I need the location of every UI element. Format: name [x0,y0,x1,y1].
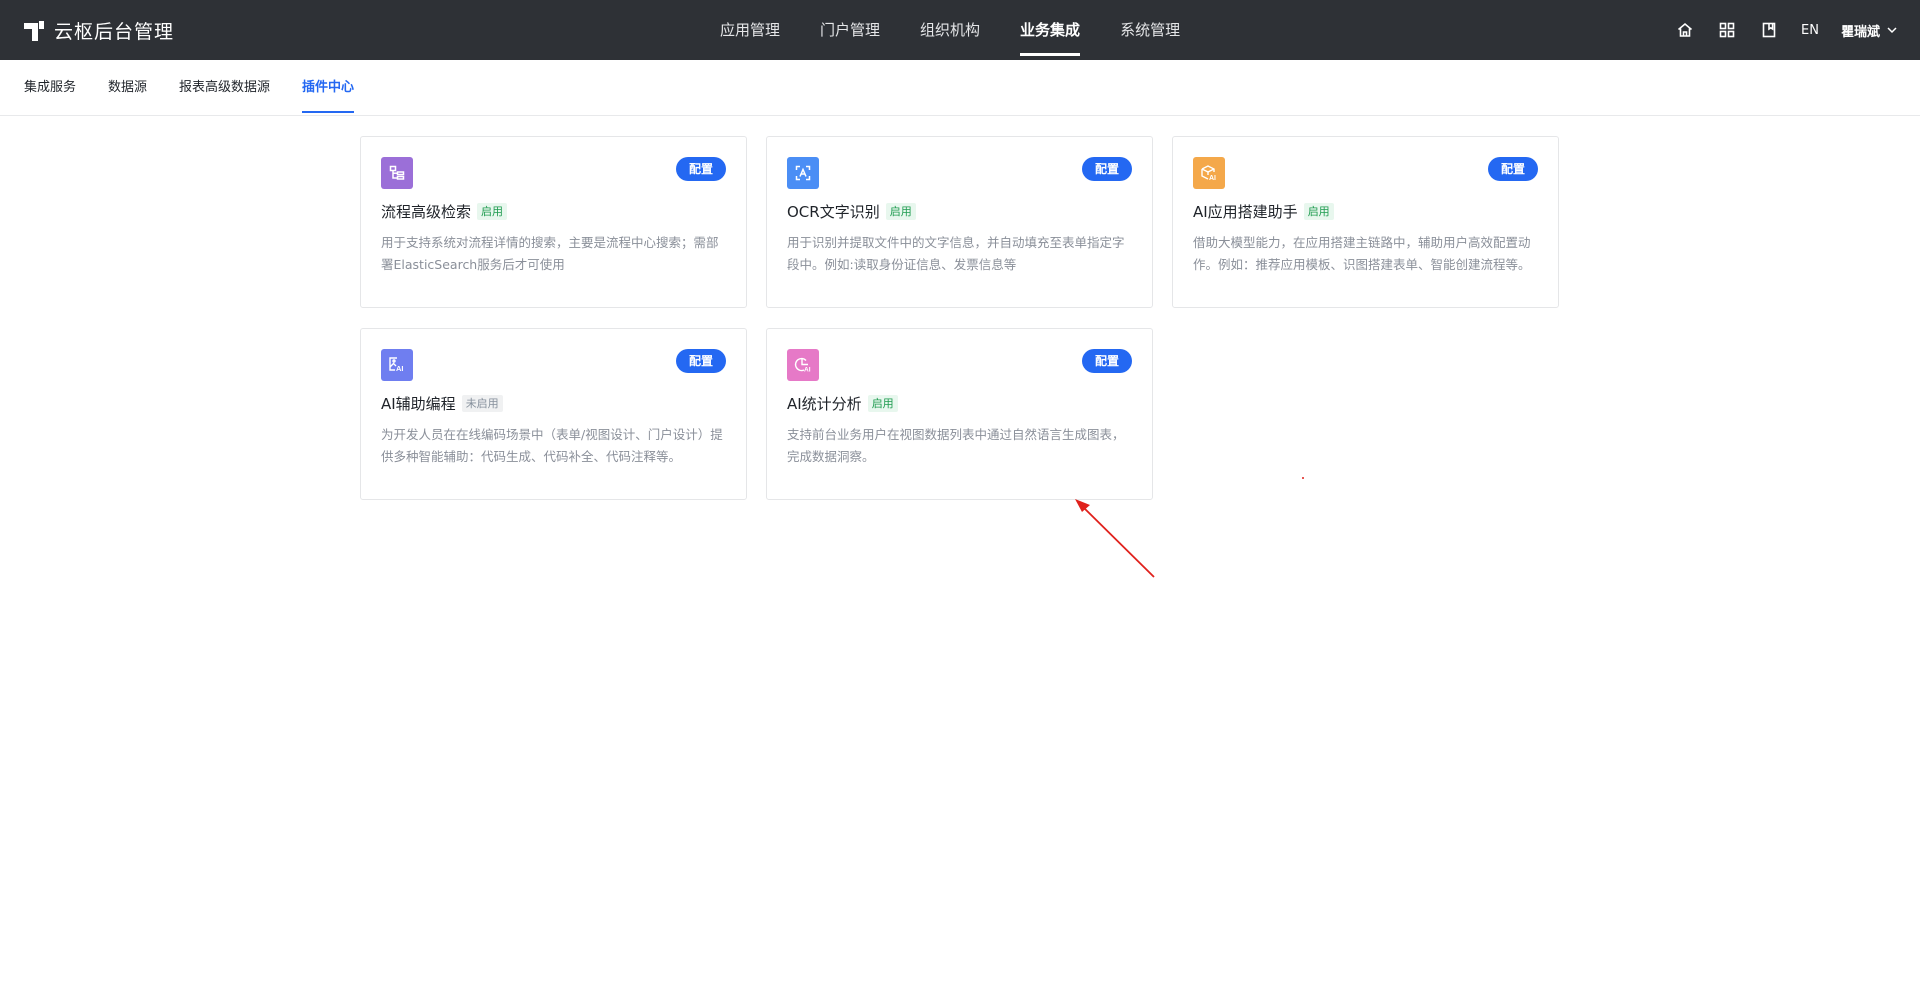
plugin-title: AI辅助编程 [381,395,456,413]
main-nav: 应用管理 门户管理 组织机构 业务集成 系统管理 [700,0,1200,60]
tab-report-data-sources[interactable]: 报表高级数据源 [179,60,270,116]
ai-box-icon: AI [1193,157,1225,189]
status-badge: 启用 [867,395,898,412]
ai-chart-icon: AI [787,349,819,381]
home-icon[interactable] [1675,20,1695,40]
plugin-description: 用于支持系统对流程详情的搜索，主要是流程中心搜索；需部署ElasticSearc… [381,235,719,272]
svg-text:AI: AI [804,367,811,374]
svg-text:AI: AI [1209,175,1216,182]
tab-plugin-center[interactable]: 插件中心 [302,60,355,116]
config-button[interactable]: 配置 [1081,157,1132,181]
language-switch[interactable]: EN [1801,23,1819,38]
chevron-down-icon [1887,27,1897,34]
status-badge: 启用 [1303,203,1334,220]
nav-item-organization[interactable]: 组织机构 [900,0,1000,60]
apps-grid-icon[interactable] [1717,20,1737,40]
tab-integration-services[interactable]: 集成服务 [24,60,76,116]
plugin-description: 借助大模型能力，在应用搭建主链路中，辅助用户高效配置动作。例如：推荐应用模板、识… [1193,235,1531,272]
plugin-card: 配置 OCR文字识别 启用 用于识别并提取文件中的文字信息，并自动填充至表单指定… [766,136,1153,308]
status-badge: 启用 [885,203,916,220]
nav-item-system-management[interactable]: 系统管理 [1100,0,1200,60]
app-logo[interactable]: 云枢后台管理 [22,17,174,44]
status-badge: 启用 [477,203,508,220]
plugin-card: AI 配置 AI统计分析 启用 支持前台业务用户在视图数据列表中通过自然语言生成… [766,328,1153,500]
nav-item-app-management[interactable]: 应用管理 [700,0,800,60]
flow-search-icon [381,157,413,189]
config-button[interactable]: 配置 [675,349,726,373]
plugin-description: 支持前台业务用户在视图数据列表中通过自然语言生成图表，完成数据洞察。 [787,427,1125,464]
header-tools: EN 瞿瑞斌 [1675,0,1898,60]
plugin-card: AI 配置 AI辅助编程 未启用 为开发人员在在线编码场景中（表单/视图设计、门… [360,328,747,500]
nav-item-portal-management[interactable]: 门户管理 [800,0,900,60]
annotation-dot [1302,477,1304,479]
tab-data-sources[interactable]: 数据源 [108,60,147,116]
config-button[interactable]: 配置 [1487,157,1538,181]
user-name: 瞿瑞斌 [1840,24,1880,40]
plugin-title: OCR文字识别 [787,203,880,221]
nav-item-business-integration[interactable]: 业务集成 [1000,0,1100,60]
plugin-card: AI 配置 AI应用搭建助手 启用 借助大模型能力，在应用搭建主链路中，辅助用户… [1172,136,1559,308]
plugin-description: 为开发人员在在线编码场景中（表单/视图设计、门户设计）提供多种智能辅助：代码生成… [381,427,723,464]
config-button[interactable]: 配置 [675,157,726,181]
plugin-title: AI应用搭建助手 [1193,203,1298,221]
sub-nav: 集成服务 数据源 报表高级数据源 插件中心 [0,60,1920,116]
user-menu[interactable]: 瞿瑞斌 [1841,21,1898,40]
status-badge: 未启用 [461,395,503,412]
top-bar: 云枢后台管理 应用管理 门户管理 组织机构 业务集成 系统管理 EN 瞿瑞斌 [0,0,1920,60]
app-title: 云枢后台管理 [54,21,175,43]
plugin-description: 用于识别并提取文件中的文字信息，并自动填充至表单指定字段中。例如:读取身份证信息… [787,235,1125,272]
docs-book-icon[interactable] [1759,20,1779,40]
config-button[interactable]: 配置 [1081,349,1132,373]
plugin-title: AI统计分析 [787,395,862,413]
annotation-arrow-icon [1075,499,1155,578]
ai-image-icon: AI [381,349,413,381]
plugin-title: 流程高级检索 [381,203,472,221]
svg-text:AI: AI [396,364,404,373]
plugin-card: 配置 流程高级检索 启用 用于支持系统对流程详情的搜索，主要是流程中心搜索；需部… [360,136,747,308]
logo-icon [22,19,46,43]
ocr-scan-icon [787,157,819,189]
